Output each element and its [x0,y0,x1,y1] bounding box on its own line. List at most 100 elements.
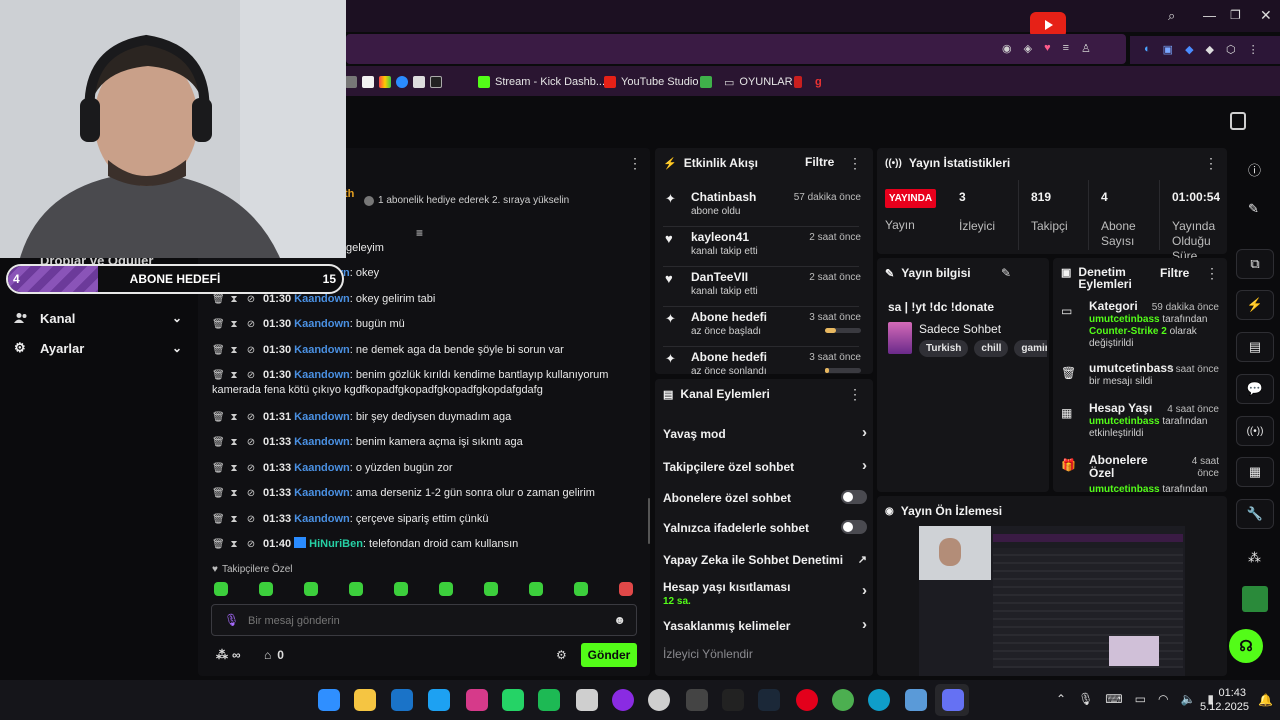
ban-icon[interactable]: ⊘ [246,537,256,552]
filter-button[interactable]: Filtre [805,155,834,169]
extension-icon[interactable]: ◆ [1206,43,1214,56]
clock[interactable]: 01:43 5.12.2025 [1200,686,1249,714]
bookmark-icon[interactable]: g [815,76,822,88]
chat-message[interactable]: 🗑 ⧗ ⊘ 01:40 HiNuriBen: telefondan droid cam … [212,537,632,552]
rail-button[interactable]: 💬 [1236,374,1274,404]
chat-message[interactable]: 🗑 ⧗ ⊘ 01:30 Kaandown: bugün mü [212,317,632,332]
channel-points[interactable]: ⁂ ∞ [216,648,241,662]
restore-icon[interactable]: ❐ [1230,8,1241,22]
steam-icon[interactable] [758,689,780,711]
timeout-icon[interactable]: ⧗ [229,512,239,527]
bookmark-icon[interactable] [413,76,425,88]
chat-message[interactable]: 🗑 ⧗ ⊘ 01:33 Kaandown: o yüzden bugün zor [212,461,632,476]
ban-icon[interactable]: ⊘ [246,368,256,383]
emote-icon[interactable] [214,582,228,596]
rail-button[interactable]: ⧉ [1236,249,1274,279]
sliders-icon[interactable]: ≡ [1063,42,1069,55]
chat-message[interactable]: 🗑 ⧗ ⊘ 01:33 Kaandown: benim kamera açma işi … [212,435,632,450]
emote-icon[interactable] [304,582,318,596]
trash-icon[interactable]: 🗑 [212,317,225,332]
gamepad-icon[interactable] [686,689,708,711]
trash-icon[interactable]: 🗑 [212,343,225,358]
ban-icon[interactable]: ⊘ [246,343,256,358]
search-icon[interactable]: ⌕ [1168,8,1175,24]
sidebar-item-ayarlar[interactable]: ⚙ Ayarlar ⌄ [14,338,182,358]
emote-icon[interactable] [484,582,498,596]
pencil-icon[interactable]: ✎ [1248,201,1259,217]
rail-button[interactable]: ▦ [1236,457,1274,487]
tag[interactable]: Turkish [919,340,969,357]
trash-icon[interactable]: 🗑 [212,435,225,450]
page-icon[interactable] [362,76,374,88]
tag[interactable]: chill [974,340,1009,357]
channel-action-item[interactable]: Yasaklanmış kelimeler › [663,616,867,637]
chat-username[interactable]: Kaandown [294,436,350,448]
channel-action-item[interactable]: Takipçilere özel sohbet › [663,457,867,478]
microphone-icon[interactable]: 🎙 [224,613,239,627]
trash-icon[interactable]: 🗑 [212,537,225,552]
microphone-icon[interactable]: 🎙 [1078,692,1093,706]
stream-preview-video[interactable] [919,526,1185,676]
moderation-item[interactable]: ▦ Hesap Yaşı 4 saat önce umutcetinbass tara… [1061,402,1219,452]
chat-message[interactable]: 🗑 ⧗ ⊘ 01:30 Kaandown: ne demek aga da bende … [212,343,632,358]
timeout-icon[interactable]: ⧗ [229,292,239,307]
emote-icon[interactable] [259,582,273,596]
chat-username[interactable]: Kaandown [294,513,350,525]
extension-icon[interactable]: ◐ [1144,43,1151,56]
chat-settings-icon[interactable]: ⚙ [556,648,567,662]
emote-icon[interactable] [349,582,363,596]
chat-message-field[interactable] [248,612,588,630]
help-button[interactable]: ☊ [1229,629,1263,663]
timeout-icon[interactable]: ⧗ [229,343,239,358]
toggle-switch[interactable] [841,490,867,504]
obs-icon[interactable] [648,689,670,711]
bookmark-icon[interactable] [430,76,442,88]
store-button[interactable]: ⌂ 0 [264,648,284,662]
bookmark-px[interactable] [700,74,712,90]
timeout-icon[interactable]: ⧗ [229,486,239,501]
keyboard-icon[interactable]: ⌨ [1105,692,1122,706]
edit-icon[interactable]: ✎ [1001,266,1011,280]
category-thumbnail[interactable] [888,322,912,354]
chat-message[interactable]: 🗑 ⧗ ⊘ 01:30 Kaandown: benim gözlük kırıldı k… [212,368,632,398]
chat-username[interactable]: Kaandown [294,369,350,381]
chat-username[interactable]: Kaandown [294,487,350,499]
translate-icon[interactable]: ▣ [1163,43,1173,56]
moderation-item[interactable]: ▭ Kategori 59 dakika önce umutcetinbass tar… [1061,300,1219,350]
epic-games-icon[interactable] [722,689,744,711]
spotify-icon[interactable] [538,689,560,711]
ban-icon[interactable]: ⊘ [246,512,256,527]
channel-action-item[interactable]: Yavaş mod › [663,424,867,445]
filter-button[interactable]: Filtre [1160,266,1189,280]
network-icon[interactable]: ▭ [1135,692,1146,706]
activity-item[interactable]: ✦ Abone hedefi 3 saat önce az önce başladı [665,310,861,340]
edge-icon[interactable] [868,689,890,711]
bookmark-kick[interactable]: Stream - Kick Dashb... [478,74,605,90]
heart-icon[interactable]: ♥ [1044,42,1051,55]
channel-action-item[interactable]: Abonelere özel sohbet [663,490,867,509]
ban-icon[interactable]: ⊘ [246,461,256,476]
bookmark-icon[interactable] [396,76,408,88]
extension-icon[interactable]: ◆ [1185,43,1193,56]
channel-action-item[interactable]: Yapay Zeka ile Sohbet Denetimi ↗ [663,553,867,571]
activity-item[interactable]: ✦ Chatinbash 57 dakika önce abone oldu [665,190,861,220]
shield-icon[interactable]: ◈ [1024,42,1032,55]
obs-purple-icon[interactable] [612,689,634,711]
camera-icon[interactable]: ◉ [1002,42,1012,55]
menu-icon[interactable]: ⋮ [1248,43,1259,56]
chat-message[interactable]: 🗑 ⧗ ⊘ 01:31 Kaandown: bir şey dediysen duyma… [212,410,632,425]
chat-message[interactable]: 🗑 ⧗ ⊘ 01:30 Kaandown: okey gelirim tabi [212,292,632,307]
chat-scrollbar[interactable] [648,498,650,544]
chat-username[interactable]: Kaandown [294,293,350,305]
chat-username[interactable]: Kaandown [294,344,350,356]
game-icon[interactable] [905,689,927,711]
opera-icon[interactable] [796,689,818,711]
more-icon[interactable]: ⋮ [1205,266,1219,280]
kick-logo-icon[interactable] [1230,112,1246,130]
emote-icon[interactable] [619,582,633,596]
more-icon[interactable]: ⋮ [628,156,642,170]
chat-username[interactable]: Kaandown [294,462,350,474]
bookmark-icon[interactable] [794,76,802,88]
windows-start-icon[interactable] [318,689,340,711]
ban-icon[interactable]: ⊘ [246,410,256,425]
